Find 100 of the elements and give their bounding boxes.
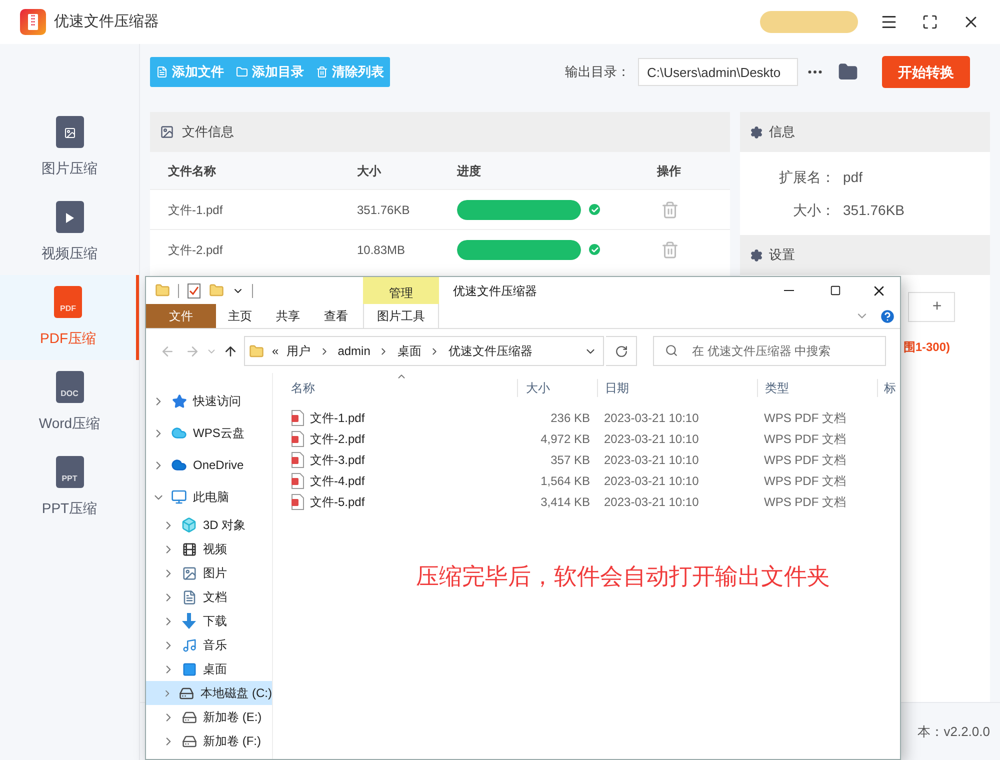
file-size: 3,414 KB (540, 494, 591, 510)
column-header[interactable]: 名称 (273, 379, 517, 397)
ribbon-tab[interactable]: 图片工具 (363, 304, 439, 328)
range-hint: 围1-300) (903, 339, 950, 356)
maximize-icon (830, 285, 840, 296)
search-field[interactable]: 在 优速文件压缩器 中搜索 (653, 336, 886, 366)
column-header[interactable]: 标 (877, 379, 896, 397)
file-row[interactable]: 文件-1.pdf 236 KB 2023-03-21 10:10 WPS PDF 文档 (273, 407, 900, 428)
sidebar-label: Word压缩 (38, 414, 100, 433)
file-name: 文件-2.pdf (167, 242, 224, 258)
film-icon (181, 541, 197, 557)
breadcrumb-item[interactable]: 优速文件压缩器 (448, 342, 532, 360)
drive-icon (181, 733, 197, 749)
sidebar-label: PPT压缩 (42, 499, 98, 518)
sidebar-item[interactable]: PPT PPT压缩 (0, 445, 139, 530)
panel-title: 信息 (769, 123, 795, 142)
sidebar-item[interactable]: 视频压缩 (0, 190, 139, 275)
ribbon-tab[interactable]: 共享 (264, 304, 312, 328)
sidebar-label: PDF压缩 (40, 329, 96, 348)
ribbon-tab[interactable]: 文件 (146, 304, 216, 328)
fullscreen-icon[interactable] (922, 14, 938, 30)
nav-tree-label: 图片 (203, 565, 227, 582)
app-logo-icon (20, 9, 46, 35)
file-row[interactable]: 文件-4.pdf 1,564 KB 2023-03-21 10:10 WPS PDF 文档 (273, 470, 900, 491)
field-value: pdf (843, 168, 862, 187)
file-size: 1,564 KB (540, 472, 591, 490)
nav-tree-item[interactable]: 音乐 (146, 633, 272, 657)
file-name: 文件-4.pdf (310, 472, 365, 490)
menu-icon[interactable] (880, 13, 898, 31)
breadcrumb-item[interactable]: 用户 (286, 342, 311, 360)
nav-tree-item[interactable]: 视频 (146, 537, 272, 561)
file-date: 2023-03-21 10:10 (603, 430, 700, 448)
field-value: 351.76KB (843, 200, 904, 220)
nav-tree-item[interactable]: 桌面 (146, 657, 272, 681)
output-label: 输出目录： (565, 63, 630, 82)
address-bar[interactable]: « 用户 admin 桌面 优速文件压缩器 (244, 336, 604, 366)
nav-tree-item[interactable]: 快速访问 (146, 385, 272, 417)
folder-icon (236, 66, 248, 78)
file-row[interactable]: 文件-5.pdf 3,414 KB 2023-03-21 10:10 WPS PDF 文档 (273, 491, 900, 512)
refresh-button[interactable] (606, 336, 637, 366)
file-name: 文件-1.pdf (167, 202, 224, 218)
sidebar-label: 视频压缩 (42, 244, 98, 263)
up-icon[interactable] (223, 344, 238, 358)
document-icon (181, 589, 197, 605)
sidebar-item[interactable]: 图片压缩 (0, 105, 139, 190)
nav-tree-item[interactable]: 图片 (146, 561, 272, 585)
column-header: 进度 (457, 162, 482, 180)
file-name: 文件-3.pdf (310, 452, 365, 468)
output-path-field[interactable]: C:\Users\admin\Deskto (638, 58, 798, 86)
checklist-icon[interactable] (187, 282, 201, 298)
pdf-file-icon (291, 410, 304, 426)
file-row[interactable]: 文件-3.pdf 357 KB 2023-03-21 10:10 WPS PDF 文档 (273, 449, 900, 470)
nav-tree-label: 快速访问 (193, 393, 241, 410)
column-header[interactable]: 大小 (517, 379, 597, 397)
file-type-label: PDF (60, 305, 76, 313)
nav-tree-item[interactable]: 3D 对象 (146, 513, 272, 537)
trash-icon (316, 66, 328, 78)
nav-tree-item[interactable]: WPS云盘 (146, 417, 272, 449)
column-header: 文件名称 (167, 162, 217, 180)
file-type: WPS PDF 文档 (763, 410, 848, 426)
nav-tree-item[interactable]: 文档 (146, 585, 272, 609)
breadcrumb-item[interactable]: 桌面 (397, 342, 422, 360)
help-icon[interactable] (879, 308, 896, 324)
ribbon-tab[interactable]: 查看 (312, 304, 360, 328)
nav-tree-item[interactable]: 此电脑 (146, 481, 272, 513)
file-row[interactable]: 文件-2.pdf 4,972 KB 2023-03-21 10:10 WPS PDF 文档 (273, 428, 900, 449)
minimize-icon (784, 290, 794, 291)
pdf-file-icon (291, 494, 304, 510)
file-type-label: PPT (62, 475, 78, 483)
column-header[interactable]: 日期 (597, 379, 757, 397)
nav-tree-label: 此电脑 (193, 489, 229, 506)
file-date: 2023-03-21 10:10 (603, 410, 700, 426)
pdf-file-icon (291, 430, 304, 446)
nav-tree-label: 下载 (203, 613, 227, 630)
drive-icon (178, 685, 195, 701)
image-glyph-icon (64, 127, 76, 139)
breadcrumb-item[interactable]: admin (338, 342, 370, 360)
gear-icon (750, 126, 763, 138)
annotation-text: 压缩完毕后，软件会自动打开输出文件夹 (416, 562, 830, 591)
start-button[interactable]: 开始转换 (882, 56, 970, 88)
folder-icon[interactable] (838, 62, 858, 82)
sidebar-label: 图片压缩 (42, 159, 98, 178)
nav-tree-item[interactable]: 本地磁盘 (C:) (146, 681, 272, 705)
ribbon-tab[interactable]: 主页 (216, 304, 264, 328)
column-header[interactable]: 类型 (757, 379, 877, 397)
file-type: WPS PDF 文档 (763, 494, 848, 510)
panel-title: 文件信息 (182, 123, 234, 142)
cube-icon (181, 517, 197, 533)
nav-tree-item[interactable]: OneDrive (146, 449, 272, 481)
nav-tree-label: OneDrive (193, 457, 244, 474)
nav-tree-item[interactable]: 新加卷 (F:) (146, 729, 272, 753)
file-date: 2023-03-21 10:10 (603, 452, 700, 468)
breadcrumb-overflow[interactable]: « (272, 342, 279, 360)
sidebar-item[interactable]: DOC Word压缩 (0, 360, 139, 445)
drive-icon (181, 709, 197, 725)
star-icon (171, 393, 187, 409)
file-date: 2023-03-21 10:10 (603, 472, 700, 490)
gear-icon (750, 248, 763, 262)
nav-tree-item[interactable]: 新加卷 (E:) (146, 705, 272, 729)
nav-tree-item[interactable]: 下载 (146, 609, 272, 633)
